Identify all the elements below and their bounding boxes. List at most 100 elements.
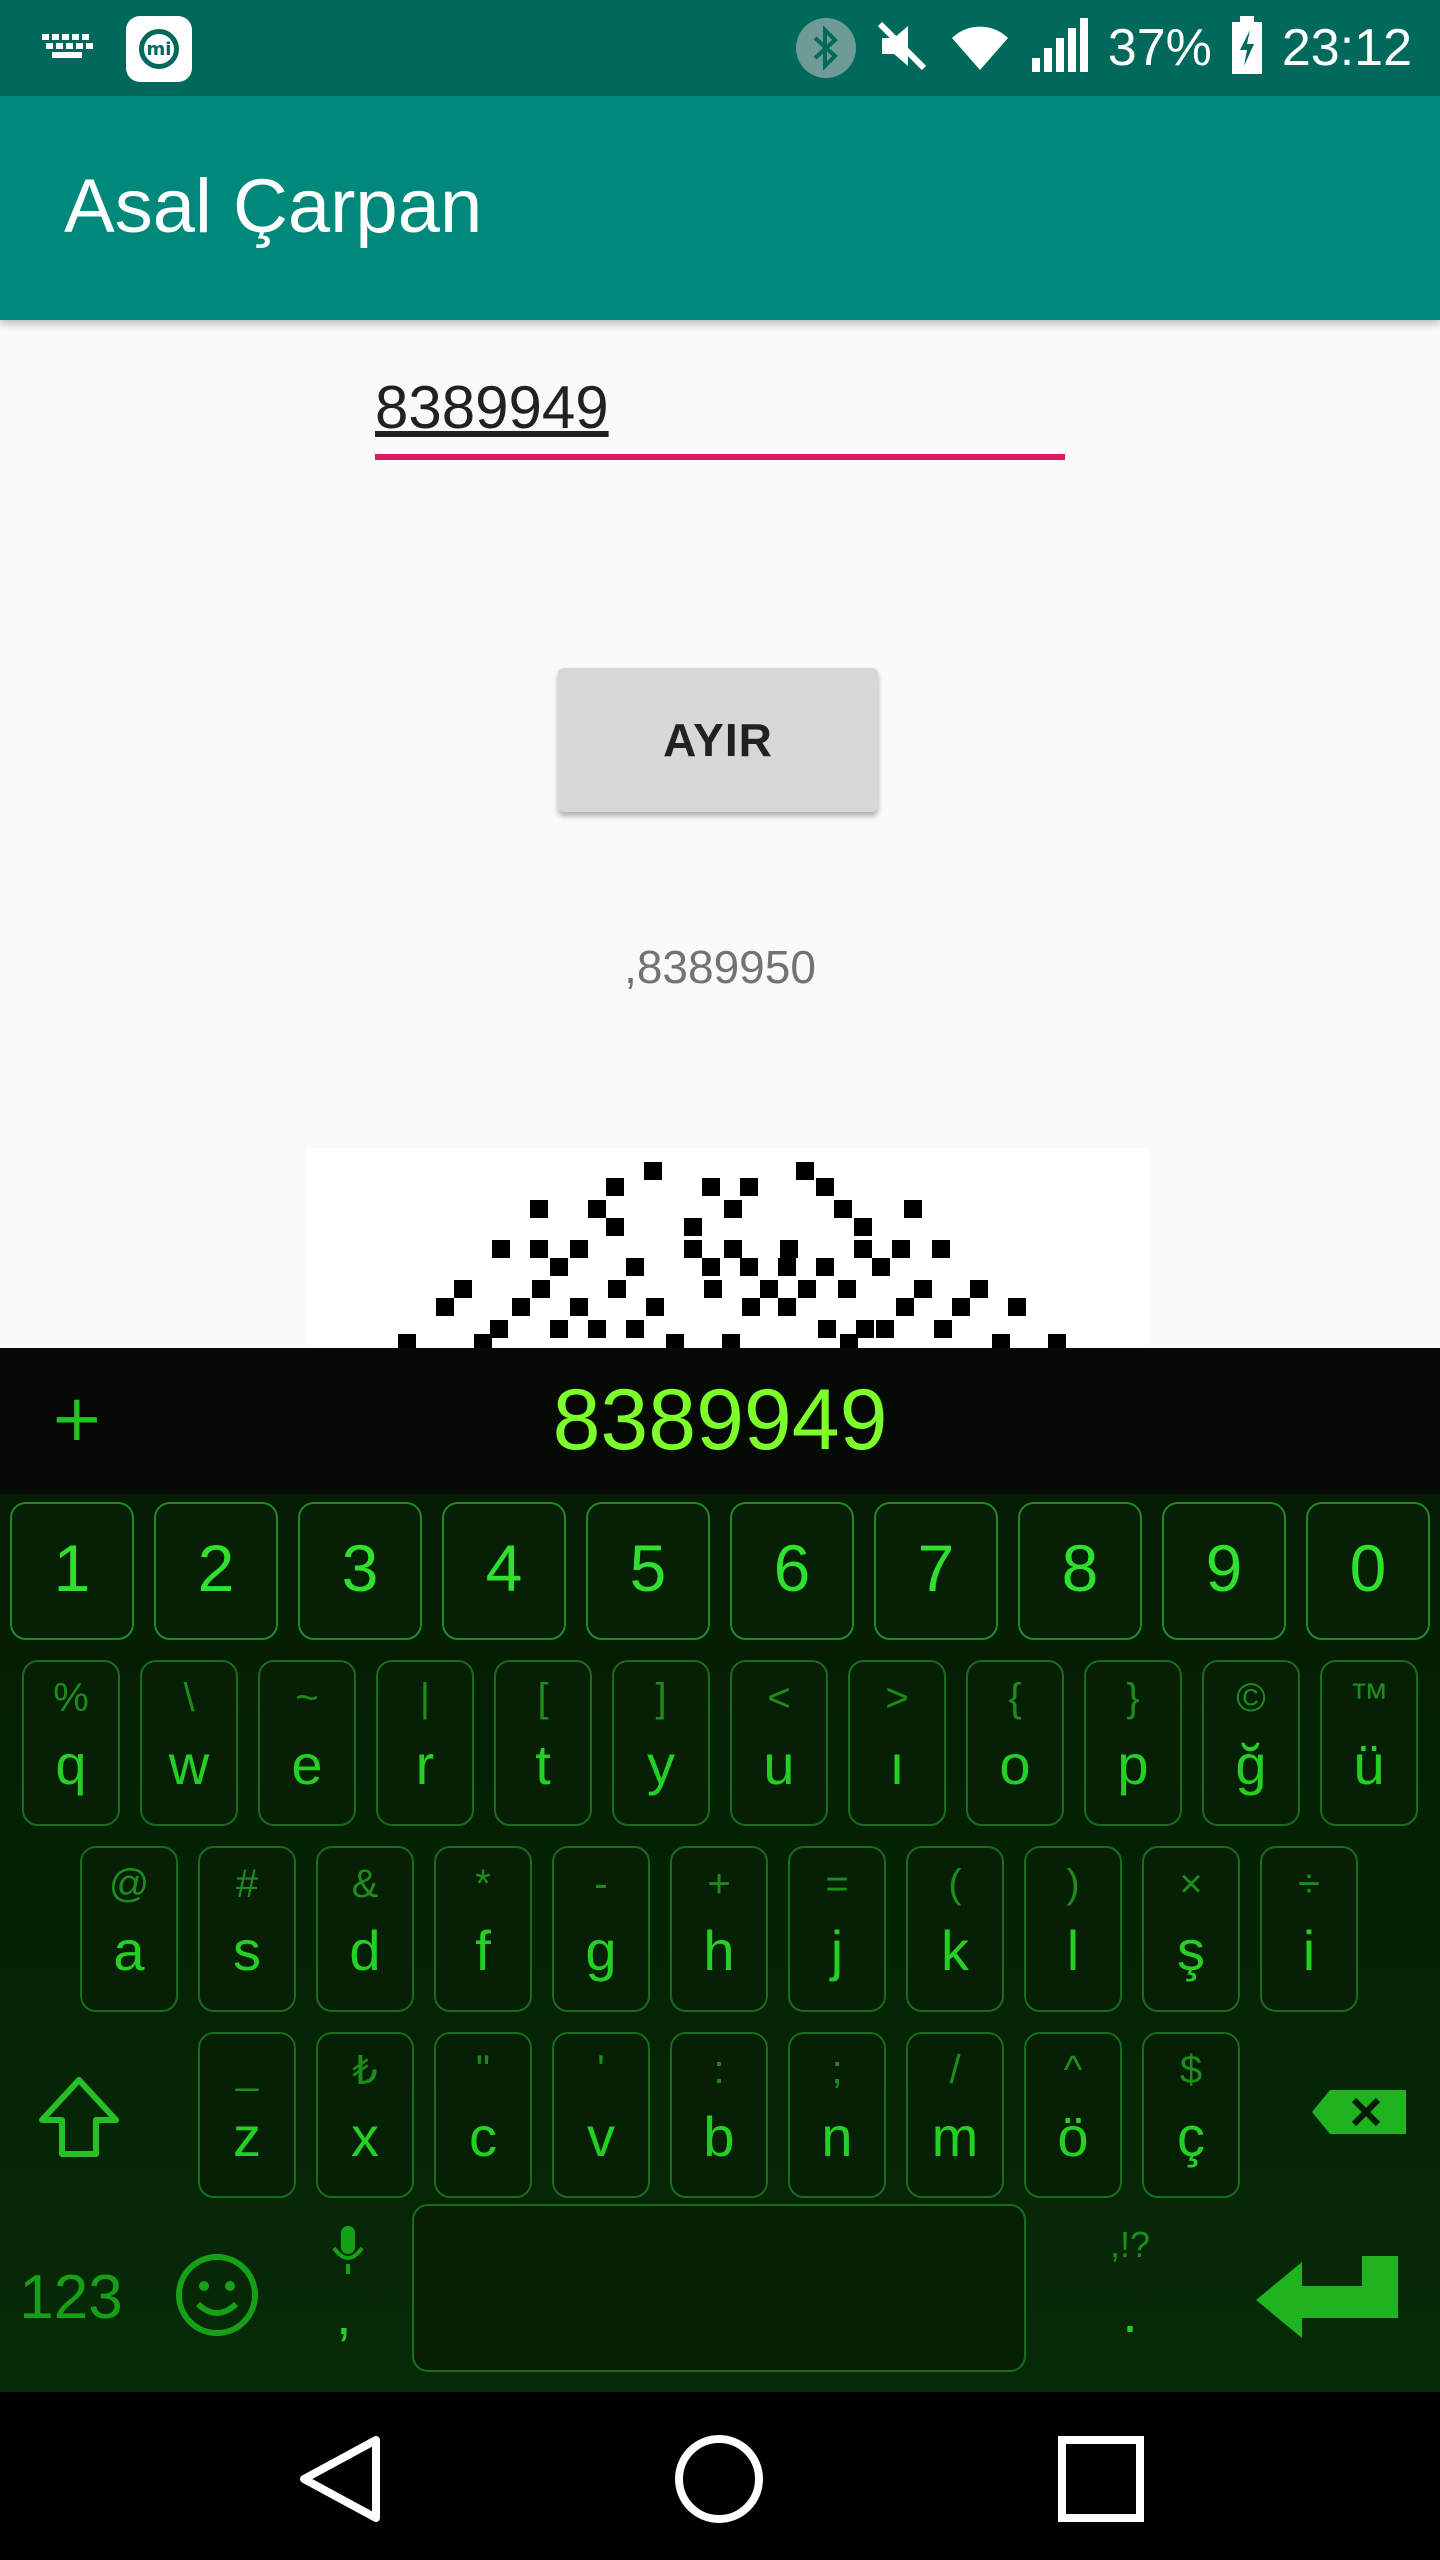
- key-b[interactable]: :b: [670, 2032, 768, 2198]
- keyboard-keys: 123 , ,!? . 1 2 3 4 5 6 7 8 9 0% q \ w ~ e | r[t] y < u > ı{o…: [0, 1494, 1440, 2392]
- key-l[interactable]: ) l: [1024, 1846, 1122, 2012]
- key-label: k: [941, 1919, 969, 1982]
- key-symbol-hint: {: [1008, 1676, 1022, 1720]
- key-g[interactable]: -g: [552, 1846, 650, 2012]
- key-symbol-hint: ₺: [352, 2049, 378, 2093]
- key-h[interactable]: + h: [670, 1846, 768, 2012]
- backspace-key[interactable]: [1310, 2084, 1410, 2140]
- period-key[interactable]: ,!? .: [1100, 2224, 1160, 2354]
- key-symbol-hint: ": [475, 2048, 491, 2092]
- key-label: b: [703, 2105, 735, 2168]
- key-label: c: [469, 2105, 497, 2168]
- number-input[interactable]: [375, 360, 1065, 460]
- key-symbol-hint: ': [597, 2048, 605, 2092]
- punct-hint: ,!?: [1109, 2224, 1151, 2265]
- key-ş[interactable]: × ş: [1142, 1846, 1240, 2012]
- key-y[interactable]: ] y: [612, 1660, 710, 1826]
- key-o[interactable]: {o: [966, 1660, 1064, 1826]
- key-symbol-hint: &: [351, 1862, 379, 1906]
- key-symbol-hint: #: [235, 1862, 259, 1906]
- key-symbol-hint: ): [1066, 1862, 1080, 1906]
- key-c[interactable]: " c: [434, 2032, 532, 2198]
- key-z[interactable]: _ z: [198, 2032, 296, 2198]
- key-d[interactable]: & d: [316, 1846, 414, 2012]
- key-i[interactable]: ÷ i: [1260, 1846, 1358, 2012]
- back-icon[interactable]: [296, 2434, 382, 2528]
- key-m[interactable]: / m: [906, 2032, 1004, 2198]
- enter-key[interactable]: [1252, 2252, 1402, 2342]
- key-4[interactable]: 4: [442, 1502, 566, 1640]
- key-ı[interactable]: > ı: [848, 1660, 946, 1826]
- key-label: p: [1117, 1733, 1149, 1796]
- key-1[interactable]: 1: [10, 1502, 134, 1640]
- key-label: 5: [629, 1531, 667, 1605]
- key-3[interactable]: 3: [298, 1502, 422, 1640]
- period-label: .: [1122, 2281, 1138, 2344]
- home-icon[interactable]: [674, 2434, 764, 2528]
- key-n[interactable]: ; n: [788, 2032, 886, 2198]
- recents-icon[interactable]: [1058, 2436, 1144, 2526]
- key-s[interactable]: # s: [198, 1846, 296, 2012]
- comma-key[interactable]: ,: [318, 2224, 378, 2354]
- key-label: a: [113, 1919, 145, 1982]
- key-u[interactable]: < u: [730, 1660, 828, 1826]
- key-8[interactable]: 8: [1018, 1502, 1142, 1640]
- key-symbol-hint: @: [108, 1862, 150, 1906]
- key-t[interactable]: [t: [494, 1660, 592, 1826]
- key-0[interactable]: 0: [1306, 1502, 1430, 1640]
- key-q[interactable]: % q: [22, 1660, 120, 1826]
- key-symbol-hint: -: [594, 1862, 608, 1906]
- key-symbol-hint: ]: [655, 1676, 667, 1720]
- key-label: z: [233, 2105, 261, 2168]
- key-symbol-hint: ~: [295, 1676, 319, 1720]
- key-ö[interactable]: ^ ö: [1024, 2032, 1122, 2198]
- key-ç[interactable]: $ ç: [1142, 2032, 1240, 2198]
- key-a[interactable]: @ a: [80, 1846, 178, 2012]
- key-5[interactable]: 5: [586, 1502, 710, 1640]
- key-x[interactable]: ₺ x: [316, 2032, 414, 2198]
- key-label: h: [703, 1919, 735, 1982]
- key-symbol-hint: }: [1126, 1676, 1140, 1720]
- key-9[interactable]: 9: [1162, 1502, 1286, 1640]
- key-r[interactable]: | r: [376, 1660, 474, 1826]
- emoji-key[interactable]: [174, 2252, 260, 2338]
- key-f[interactable]: * f: [434, 1846, 532, 2012]
- key-label: d: [349, 1919, 381, 1982]
- shift-key[interactable]: [36, 2074, 122, 2160]
- key-symbol-hint: >: [885, 1676, 909, 1720]
- result-text: ,8389950: [624, 941, 816, 993]
- keyboard-icon: [40, 32, 96, 66]
- key-v[interactable]: ' v: [552, 2032, 650, 2198]
- key-symbol-hint: ;: [831, 2048, 843, 2092]
- key-w[interactable]: \ w: [140, 1660, 238, 1826]
- key-j[interactable]: = j: [788, 1846, 886, 2012]
- wifi-icon: [948, 20, 1012, 76]
- key-ü[interactable]: ™ ü: [1320, 1660, 1418, 1826]
- space-key[interactable]: [412, 2204, 1026, 2372]
- key-label: 3: [341, 1531, 379, 1605]
- key-6[interactable]: 6: [730, 1502, 854, 1640]
- key-symbol-hint: ÷: [1298, 1862, 1320, 1906]
- key-7[interactable]: 7: [874, 1502, 998, 1640]
- mi-app-icon: mi: [126, 16, 192, 82]
- key-symbol-hint: [: [537, 1676, 549, 1720]
- key-label: ğ: [1235, 1733, 1267, 1796]
- keyboard-suggestion-bar: + 8389949: [0, 1348, 1440, 1494]
- key-ğ[interactable]: © ğ: [1202, 1660, 1300, 1826]
- key-label: n: [821, 2105, 853, 2168]
- key-2[interactable]: 2: [154, 1502, 278, 1640]
- key-k[interactable]: (k: [906, 1846, 1004, 2012]
- key-label: w: [168, 1733, 210, 1796]
- ayir-button[interactable]: AYIR: [558, 668, 878, 812]
- key-label: 9: [1205, 1531, 1243, 1605]
- key-label: ö: [1057, 2105, 1089, 2168]
- battery-percent: 37%: [1107, 19, 1212, 77]
- key-label: q: [55, 1733, 87, 1796]
- key-symbol-hint: %: [53, 1676, 89, 1720]
- status-bar: mi 37% 23:12: [0, 0, 1440, 96]
- symbols-key[interactable]: 123: [16, 2262, 126, 2333]
- key-e[interactable]: ~ e: [258, 1660, 356, 1826]
- signal-icon: [1030, 18, 1090, 78]
- key-symbol-hint: /: [949, 2048, 961, 2092]
- key-p[interactable]: } p: [1084, 1660, 1182, 1826]
